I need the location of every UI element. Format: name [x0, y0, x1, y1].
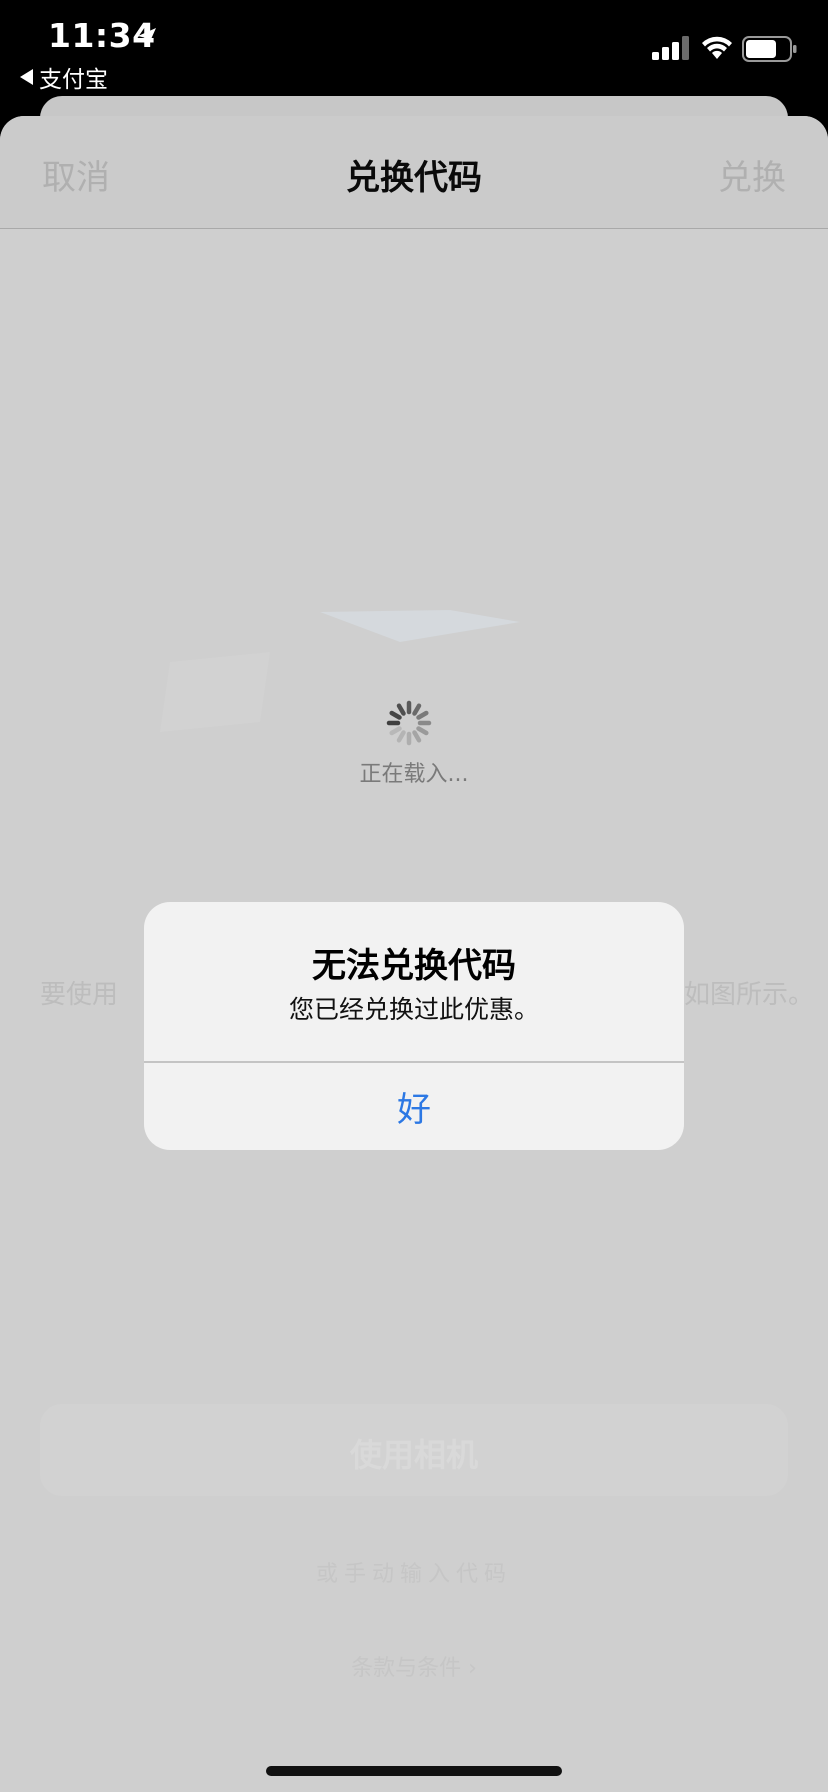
back-caret-icon: [20, 69, 33, 85]
alert-message: 您已经兑换过此优惠。: [288, 995, 539, 1024]
loading-spinner-icon: [386, 700, 432, 746]
status-bar: 11:34 支付宝: [0, 0, 828, 96]
terms-link[interactable]: 条款与条件 ›: [0, 1650, 828, 1682]
manual-entry-text[interactable]: 或手动输入代码: [0, 1556, 828, 1588]
use-camera-button[interactable]: 使用相机: [40, 1404, 788, 1496]
loading-text: 正在载入...: [359, 762, 469, 787]
instruction-text-left: 要使用: [40, 980, 119, 1010]
navigation-bar: 取消 兑换代码 兑换: [0, 116, 828, 229]
gift-card-illustration: [160, 610, 520, 732]
redeem-code-sheet: 取消 兑换代码 兑换 正在载入... 要使用 如图所示。 使用相机 或手动输入代…: [0, 116, 828, 1792]
back-to-app-button[interactable]: 支付宝: [20, 60, 108, 94]
battery-icon: [742, 36, 797, 62]
use-camera-label: 使用相机: [349, 1436, 478, 1474]
home-indicator[interactable]: [266, 1766, 562, 1776]
instruction-text-right: 如图所示。: [684, 980, 815, 1010]
screen: 11:34 支付宝 取消 兑换代码 兑换 正在载入... 要使用 如图所示。 使…: [0, 0, 828, 1792]
ok-button[interactable]: 好: [144, 1062, 684, 1150]
redeem-button[interactable]: 兑换: [718, 150, 786, 199]
back-app-label: 支付宝: [39, 67, 108, 93]
location-arrow-icon: [138, 28, 156, 46]
cellular-signal-icon: [652, 36, 689, 60]
page-title: 兑换代码: [346, 158, 482, 198]
wifi-icon: [702, 36, 732, 59]
alert-title: 无法兑换代码: [312, 946, 516, 986]
alert-dialog: 无法兑换代码 您已经兑换过此优惠。 好: [144, 902, 684, 1150]
